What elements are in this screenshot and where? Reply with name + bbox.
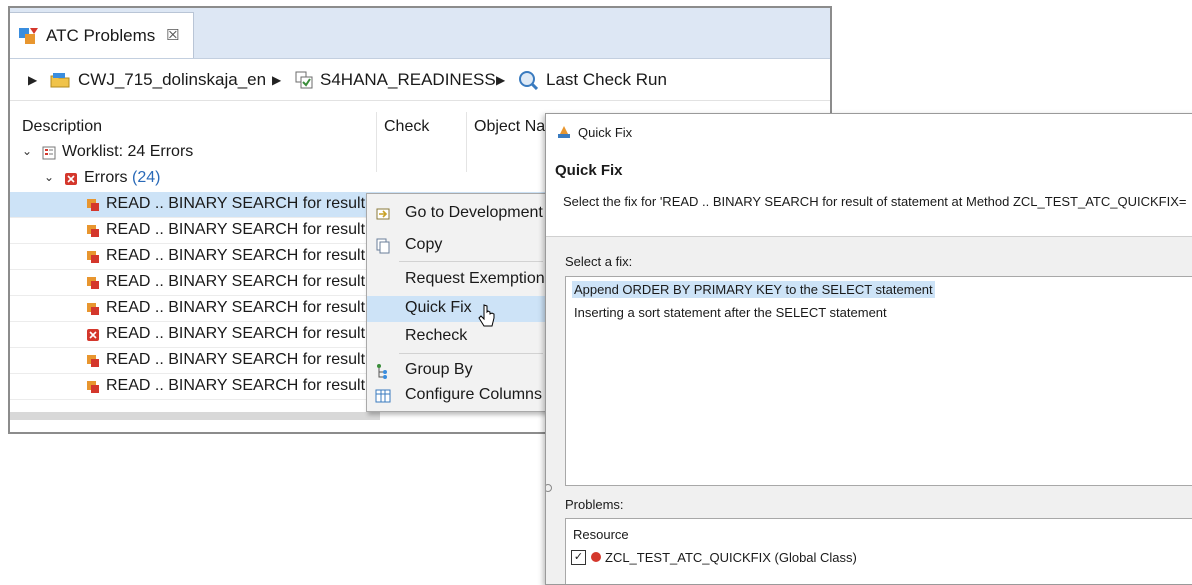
- menu-item-label: Go to Development: [405, 204, 543, 221]
- configure-columns-icon: [375, 389, 391, 403]
- finding-description: READ .. BINARY SEARCH for result: [106, 351, 366, 368]
- goto-icon: [376, 208, 390, 220]
- copy-icon: [376, 238, 390, 254]
- breadcrumb-variant[interactable]: S4HANA_READINESS: [320, 70, 496, 90]
- finding-error-icon: [87, 225, 99, 237]
- sap-eclipse-icon: [558, 126, 570, 138]
- resource-row[interactable]: ✓ ZCL_TEST_ATC_QUICKFIX (Global Class): [571, 549, 1192, 567]
- error-icon: [87, 329, 99, 341]
- menu-item-label: Group By: [405, 361, 473, 378]
- finding-error-icon: [87, 277, 99, 289]
- context-menu: Go to Development Copy Request Exemption…: [366, 193, 548, 412]
- quick-fix-dialog: Quick Fix Quick Fix Select the fix for '…: [545, 113, 1192, 585]
- menu-item-label: Configure Columns: [405, 386, 542, 403]
- dialog-header: Quick Fix Select the fix for 'READ .. BI…: [546, 150, 1192, 237]
- fix-option-insert-sort[interactable]: Inserting a sort statement after the SEL…: [572, 304, 889, 321]
- column-header-object-name[interactable]: Object Na: [474, 118, 545, 136]
- breadcrumb-arrow-icon[interactable]: ▶: [28, 73, 37, 87]
- atc-problems-icon: [19, 28, 38, 44]
- finding-description: READ .. BINARY SEARCH for result: [106, 195, 366, 212]
- breadcrumb: ▶ CWJ_715_dolinskaja_en ▶ S4HANA_READINE…: [10, 60, 830, 101]
- dialog-heading: Quick Fix: [555, 162, 623, 179]
- dialog-description: Select the fix for 'READ .. BINARY SEARC…: [563, 194, 1187, 209]
- chevron-down-icon[interactable]: ⌄: [44, 170, 54, 184]
- column-header-check[interactable]: Check: [384, 118, 429, 136]
- finding-description: READ .. BINARY SEARCH for result: [106, 325, 366, 342]
- errors-count: (24): [132, 169, 161, 186]
- breadcrumb-run[interactable]: Last Check Run: [546, 70, 667, 90]
- finding-description: READ .. BINARY SEARCH for result: [106, 273, 366, 290]
- select-fix-label: Select a fix:: [565, 254, 633, 269]
- group-by-icon: [377, 364, 387, 379]
- menu-item-label: Quick Fix: [405, 299, 472, 316]
- menu-item-configure-columns[interactable]: Configure Columns: [367, 383, 547, 409]
- dialog-window-title: Quick Fix: [578, 125, 633, 140]
- fix-option-order-by[interactable]: Append ORDER BY PRIMARY KEY to the SELEC…: [572, 281, 935, 298]
- finding-description: READ .. BINARY SEARCH for result: [106, 377, 366, 394]
- finding-error-icon: [87, 355, 99, 367]
- finding-description: READ .. BINARY SEARCH for result: [106, 221, 366, 238]
- chevron-down-icon[interactable]: ⌄: [22, 144, 32, 158]
- column-header-description[interactable]: Description: [22, 118, 102, 136]
- menu-separator: [399, 261, 543, 262]
- project-folder-icon: [50, 73, 70, 88]
- tab-label: ATC Problems: [46, 26, 156, 45]
- errors-group-label: Errors: [84, 169, 128, 186]
- finding-error-icon: [87, 199, 99, 211]
- fix-list[interactable]: Append ORDER BY PRIMARY KEY to the SELEC…: [565, 276, 1192, 486]
- menu-item-label: Recheck: [405, 327, 468, 344]
- finding-error-icon: [87, 251, 99, 263]
- menu-item-recheck[interactable]: Recheck: [367, 324, 547, 350]
- tab-atc-problems[interactable]: ATC Problems ☒: [10, 12, 194, 58]
- breadcrumb-arrow-icon[interactable]: ▶: [496, 73, 505, 87]
- menu-item-copy[interactable]: Copy: [367, 233, 547, 259]
- finding-description: READ .. BINARY SEARCH for result: [106, 247, 366, 264]
- horizontal-scrollbar[interactable]: [10, 412, 380, 420]
- menu-item-quick-fix[interactable]: Quick Fix: [367, 296, 547, 322]
- column-header-resource: Resource: [573, 527, 629, 542]
- finding-error-icon: [87, 381, 99, 393]
- check-run-icon: [519, 71, 538, 90]
- close-icon[interactable]: ☒: [166, 26, 179, 44]
- check-variant-icon: [295, 71, 313, 89]
- finding-description: READ .. BINARY SEARCH for result: [106, 299, 366, 316]
- resource-checkbox[interactable]: ✓: [571, 550, 586, 565]
- problems-list: Resource ✓ ZCL_TEST_ATC_QUICKFIX (Global…: [565, 518, 1192, 584]
- resource-name: ZCL_TEST_ATC_QUICKFIX (Global Class): [605, 550, 857, 565]
- finding-error-icon: [87, 303, 99, 315]
- menu-item-group-by[interactable]: Group By: [367, 358, 547, 384]
- menu-item-go-to-development[interactable]: Go to Development: [367, 201, 547, 227]
- error-icon: [591, 552, 601, 562]
- mouse-cursor-icon: [478, 304, 495, 327]
- worklist-icon: [42, 146, 56, 160]
- error-icon: [65, 173, 77, 185]
- breadcrumb-arrow-icon[interactable]: ▶: [272, 73, 281, 87]
- menu-item-label: Request Exemption: [405, 270, 545, 287]
- resize-grip[interactable]: [546, 484, 552, 492]
- menu-item-label: Copy: [405, 236, 443, 253]
- errors-label: Errors (24): [84, 169, 160, 187]
- breadcrumb-project[interactable]: CWJ_715_dolinskaja_en: [78, 70, 266, 90]
- worklist-label: Worklist: 24 Errors: [62, 143, 194, 160]
- problems-label: Problems:: [565, 497, 624, 512]
- menu-separator: [399, 353, 543, 354]
- view-tab-bar: ATC Problems ☒: [10, 8, 830, 59]
- menu-item-request-exemption[interactable]: Request Exemption: [367, 267, 547, 293]
- dialog-titlebar[interactable]: Quick Fix: [546, 114, 1192, 150]
